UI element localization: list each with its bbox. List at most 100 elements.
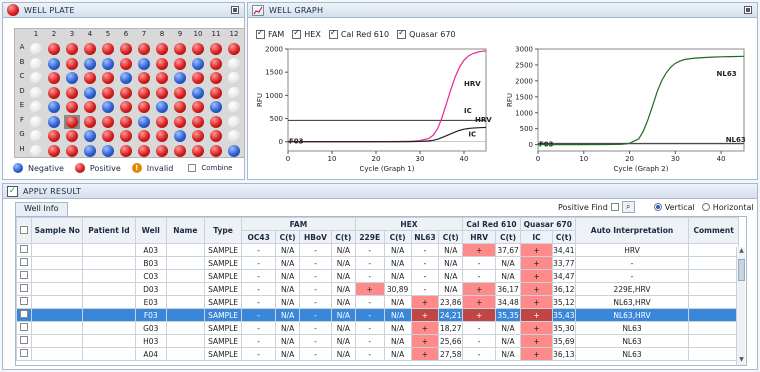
well-B04[interactable] xyxy=(84,57,96,70)
well-A09[interactable] xyxy=(174,43,186,55)
row-select-cell[interactable] xyxy=(16,243,33,257)
combine-checkbox[interactable] xyxy=(188,164,197,172)
well-H04[interactable] xyxy=(84,144,96,157)
well-E04[interactable] xyxy=(84,101,96,113)
well-G02[interactable] xyxy=(48,130,60,142)
col-ct[interactable]: C(t) xyxy=(438,230,464,244)
well-A11[interactable] xyxy=(210,43,222,55)
well-H03[interactable] xyxy=(66,144,78,157)
table-row[interactable]: A04 SAMPLE - N/A - N/A - N/A +27,58- N/A +36,13 NL6… xyxy=(16,347,739,361)
row-select-cell[interactable] xyxy=(16,256,33,270)
row-checkbox[interactable] xyxy=(20,310,29,318)
plate-row-header[interactable]: E xyxy=(17,101,27,109)
channel-quasar670-checkbox[interactable]: Quasar 670 xyxy=(397,28,456,39)
well-F10[interactable] xyxy=(192,115,204,128)
plate-col-header[interactable]: 4 xyxy=(82,30,98,38)
well-C02[interactable] xyxy=(48,72,60,84)
plate-col-header[interactable]: 1 xyxy=(28,30,44,38)
well-E01[interactable] xyxy=(30,101,42,113)
table-row[interactable]: G03 SAMPLE - N/A - N/A - N/A +18,27- N/A +35,30 NL6… xyxy=(16,321,739,335)
well-B06[interactable] xyxy=(120,57,132,70)
well-H10[interactable] xyxy=(192,144,204,157)
well-G12[interactable] xyxy=(228,130,240,142)
col-ct[interactable]: C(t) xyxy=(383,230,412,244)
graph-2-chart[interactable]: 0 500 1000 1500 2000 2500 3000 0 10 20 30 40 RFU Cycl… xyxy=(500,41,754,179)
well-C11[interactable] xyxy=(210,72,222,84)
col-ct[interactable]: C(t) xyxy=(330,230,356,244)
col-229e[interactable]: 229E xyxy=(354,230,385,244)
well-D03[interactable] xyxy=(66,86,78,99)
well-E06[interactable] xyxy=(120,101,132,113)
well-C03[interactable] xyxy=(66,72,78,84)
well-G01[interactable] xyxy=(30,130,42,142)
well-G04[interactable] xyxy=(84,130,96,142)
well-H01[interactable] xyxy=(30,144,42,157)
row-select-cell[interactable] xyxy=(16,321,33,335)
plate-col-header[interactable]: 10 xyxy=(190,30,206,38)
well-B12[interactable] xyxy=(228,57,240,70)
minimize-icon[interactable] xyxy=(744,6,752,14)
well-E07[interactable] xyxy=(138,101,150,113)
well-A07[interactable] xyxy=(138,43,150,55)
plate-row-header[interactable]: D xyxy=(17,87,27,95)
well-C06[interactable] xyxy=(120,72,132,84)
row-select-cell[interactable] xyxy=(16,347,33,361)
scroll-down-icon[interactable]: ▼ xyxy=(737,356,746,365)
row-select-cell[interactable] xyxy=(16,295,33,309)
scroll-thumb[interactable] xyxy=(738,259,745,281)
well-H06[interactable] xyxy=(120,144,132,157)
well-F01[interactable] xyxy=(30,115,42,128)
well-F04[interactable] xyxy=(84,115,96,128)
well-E05[interactable] xyxy=(102,101,114,113)
table-row[interactable]: C03 SAMPLE - N/A - N/A - N/A - N/A - N/A +34,47- xyxy=(16,269,739,283)
well-E08[interactable] xyxy=(156,101,168,113)
plate-col-header[interactable]: 11 xyxy=(208,30,224,38)
well-A03[interactable] xyxy=(66,43,78,55)
well-F12[interactable] xyxy=(228,115,240,128)
well-B10[interactable] xyxy=(192,57,204,70)
row-checkbox[interactable] xyxy=(20,336,29,344)
col-sample-no[interactable]: Sample No xyxy=(31,217,84,244)
plate-row-header[interactable]: F xyxy=(17,116,27,124)
well-C10[interactable] xyxy=(192,72,204,84)
plate-row-header[interactable]: G xyxy=(17,130,27,138)
well-A01[interactable] xyxy=(30,43,42,55)
plate-col-header[interactable]: 7 xyxy=(136,30,152,38)
plate-row-header[interactable]: A xyxy=(17,43,27,51)
col-auto-interpretation[interactable]: Auto Interpretation xyxy=(574,217,690,244)
tab-well-info[interactable]: Well Info xyxy=(15,202,68,216)
well-A08[interactable] xyxy=(156,43,168,55)
channel-hex-checkbox[interactable]: HEX xyxy=(292,28,321,39)
well-B03[interactable] xyxy=(66,57,78,70)
well-F05[interactable] xyxy=(102,115,114,128)
well-A12[interactable] xyxy=(228,43,240,55)
row-select-cell[interactable] xyxy=(16,269,33,283)
col-patient-id[interactable]: Patient Id xyxy=(82,217,136,244)
col-type[interactable]: Type xyxy=(203,217,243,244)
row-checkbox[interactable] xyxy=(20,349,29,357)
well-D05[interactable] xyxy=(102,86,114,99)
scroll-up-icon[interactable]: ▲ xyxy=(737,247,746,256)
select-all-header[interactable] xyxy=(16,217,33,244)
col-hbov[interactable]: HBoV xyxy=(298,230,332,244)
well-B02[interactable] xyxy=(48,57,60,70)
col-name[interactable]: Name xyxy=(165,217,205,244)
col-well[interactable]: Well xyxy=(134,217,167,244)
minimize-icon[interactable] xyxy=(231,6,239,14)
well-G09[interactable] xyxy=(174,130,186,142)
well-H08[interactable] xyxy=(156,144,168,157)
well-F08[interactable] xyxy=(156,115,168,128)
plate-col-header[interactable]: 12 xyxy=(226,30,242,38)
row-select-cell[interactable] xyxy=(16,308,33,322)
well-H12[interactable] xyxy=(228,144,240,157)
well-F09[interactable] xyxy=(174,115,186,128)
well-E02[interactable] xyxy=(48,101,60,113)
well-D01[interactable] xyxy=(30,86,42,99)
vertical-radio[interactable] xyxy=(653,203,662,211)
col-ct[interactable]: C(t) xyxy=(551,230,576,244)
row-checkbox[interactable] xyxy=(20,271,29,279)
well-D09[interactable] xyxy=(174,86,186,99)
row-checkbox[interactable] xyxy=(20,258,29,266)
well-F06[interactable] xyxy=(120,115,132,128)
well-F03[interactable] xyxy=(66,115,78,128)
